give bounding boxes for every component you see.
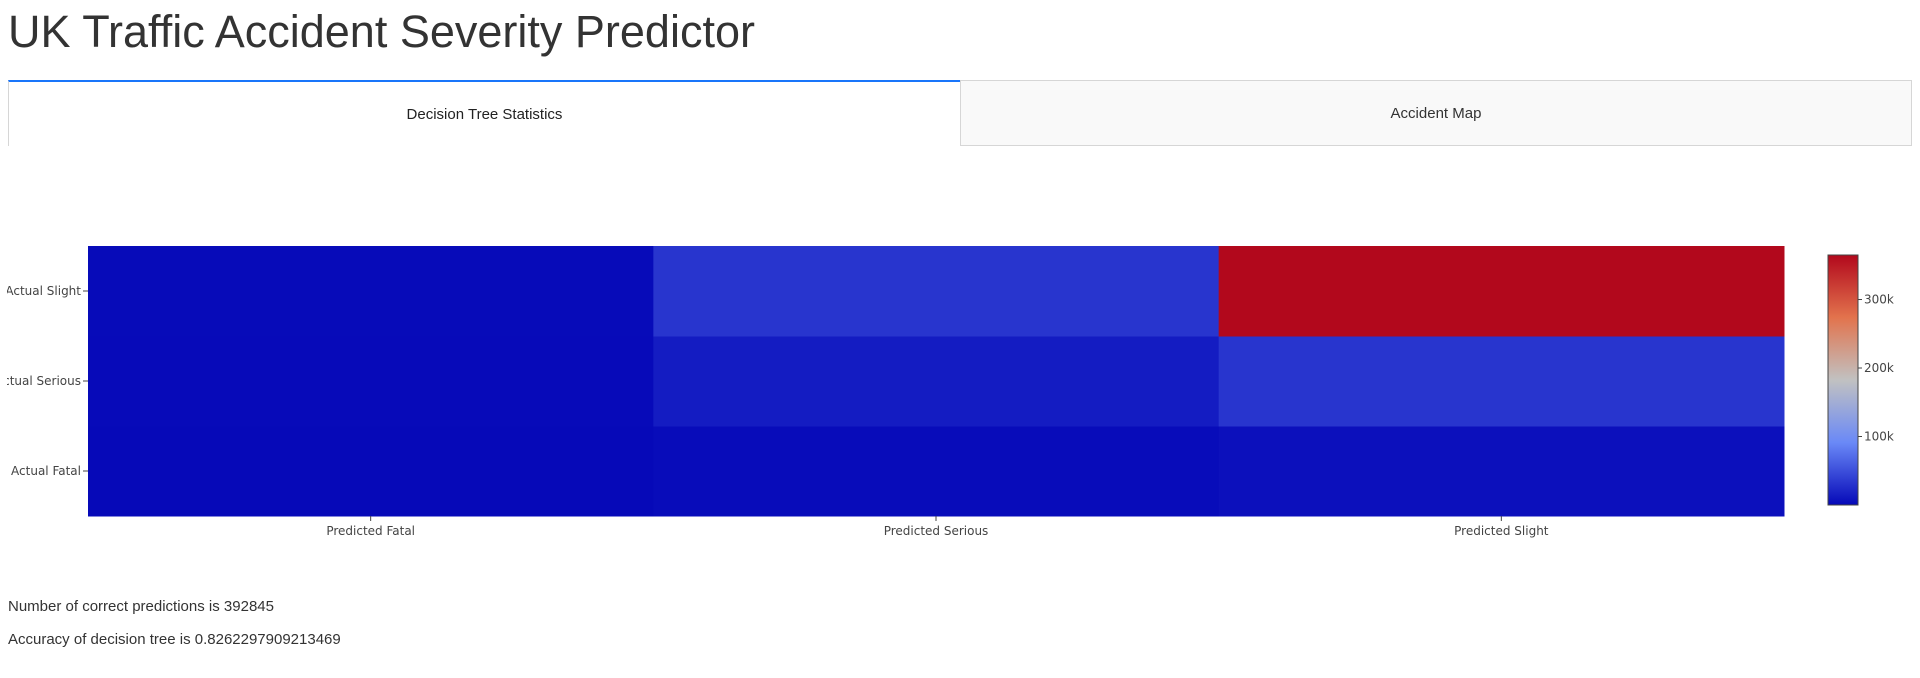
heatmap-cell[interactable] — [88, 426, 654, 517]
heatmap-cell[interactable] — [88, 246, 654, 337]
tab-label: Decision Tree Statistics — [406, 105, 563, 123]
confusion-matrix-heatmap[interactable]: Predicted Fatal Predicted Serious Predicte… — [0, 230, 1920, 550]
tab-bar: Decision Tree Statistics Accident Map — [8, 80, 1912, 146]
heatmap-cell[interactable] — [653, 426, 1220, 517]
colorbar-tick-label: 200k — [1864, 361, 1894, 375]
y-axis-tick-label: Actual Fatal — [11, 464, 81, 478]
heatmap-svg[interactable]: Predicted Fatal Predicted Serious Predicte… — [0, 230, 1920, 550]
heatmap-cell[interactable] — [653, 246, 1220, 337]
heatmap-cell[interactable] — [653, 336, 1220, 427]
x-axis-tick-label: Predicted Slight — [1454, 524, 1549, 538]
colorbar-tick-label: 100k — [1864, 430, 1894, 444]
heatmap-cell[interactable] — [88, 336, 654, 427]
tab-label: Accident Map — [1390, 104, 1482, 122]
y-axis-tick-label: Actual Serious — [0, 374, 81, 388]
tab-accident-map[interactable]: Accident Map — [960, 80, 1912, 146]
tab-decision-tree-statistics[interactable]: Decision Tree Statistics — [8, 80, 960, 146]
y-axis-tick-label: Actual Slight — [5, 284, 81, 298]
heatmap-cell[interactable] — [1218, 336, 1785, 427]
correct-predictions-text: Number of correct predictions is 392845 — [8, 598, 274, 615]
heatmap-cell[interactable] — [1218, 426, 1785, 517]
page-title: UK Traffic Accident Severity Predictor — [8, 6, 755, 57]
left-clip — [0, 230, 7, 550]
page: UK Traffic Accident Severity Predictor D… — [0, 0, 1920, 678]
heatmap-cell[interactable] — [1218, 246, 1785, 337]
x-axis-tick-label: Predicted Fatal — [326, 524, 415, 538]
accuracy-text: Accuracy of decision tree is 0.826229790… — [8, 631, 341, 648]
x-axis-tick-label: Predicted Serious — [884, 524, 989, 538]
colorbar — [1827, 254, 1859, 506]
colorbar-tick-label: 300k — [1864, 293, 1894, 307]
